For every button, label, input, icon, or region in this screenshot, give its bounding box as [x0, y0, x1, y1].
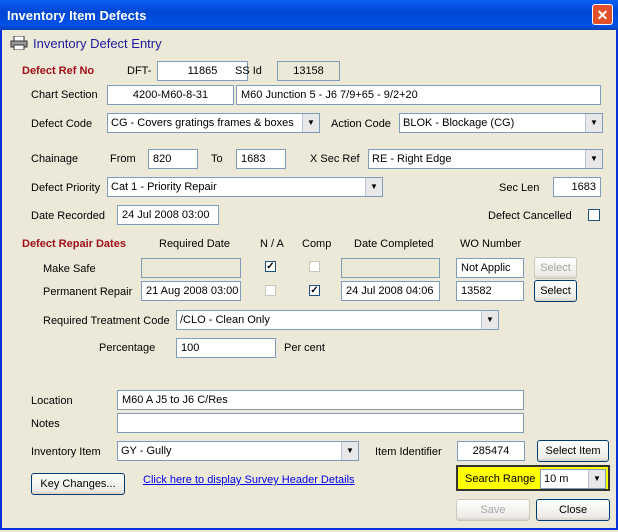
- date-recorded-label: Date Recorded: [31, 210, 105, 222]
- make-safe-completed-field: [341, 258, 440, 278]
- inventory-item-select[interactable]: GY - Gully ▼: [117, 441, 359, 461]
- search-range-panel: Search Range 10 m ▼: [456, 465, 610, 491]
- chart-section-code-field[interactable]: 4200-M60-8-31: [107, 85, 234, 105]
- chainage-from-label: From: [110, 153, 136, 165]
- window-title: Inventory Item Defects: [7, 8, 147, 23]
- repair-dates-heading: Defect Repair Dates: [22, 238, 126, 250]
- chart-section-desc-field[interactable]: M60 Junction 5 - J6 7/9+65 - 9/2+20: [236, 85, 601, 105]
- save-button[interactable]: Save: [456, 499, 530, 521]
- priority-value: Cat 1 - Priority Repair: [111, 181, 217, 193]
- treatment-value: /CLO - Clean Only: [180, 314, 270, 326]
- defect-ref-heading: Defect Ref No: [22, 65, 95, 77]
- chevron-down-icon[interactable]: ▼: [481, 311, 498, 329]
- permanent-comp-checkbox[interactable]: ✓: [309, 285, 320, 296]
- col-comp: Comp: [302, 238, 332, 250]
- title-bar: Inventory Item Defects ✕: [0, 0, 618, 30]
- chainage-to-field[interactable]: 1683: [236, 149, 286, 169]
- chevron-down-icon[interactable]: ▼: [585, 114, 602, 132]
- percentage-unit: Per cent: [284, 342, 325, 354]
- chevron-down-icon[interactable]: ▼: [588, 470, 605, 488]
- chevron-down-icon[interactable]: ▼: [585, 150, 602, 168]
- printer-icon[interactable]: [10, 36, 28, 50]
- close-button[interactable]: Close: [536, 499, 610, 521]
- notes-field[interactable]: [117, 413, 524, 433]
- survey-header-link[interactable]: Click here to display Survey Header Deta…: [143, 474, 355, 486]
- col-required-date: Required Date: [159, 238, 230, 250]
- permanent-completed-field[interactable]: 24 Jul 2008 04:06: [341, 281, 440, 301]
- permanent-wo-field[interactable]: 13582: [456, 281, 524, 301]
- make-safe-required-field: [141, 258, 241, 278]
- dft-label: DFT-: [127, 65, 152, 77]
- chainage-from-field[interactable]: 820: [148, 149, 198, 169]
- chart-section-label: Chart Section: [31, 89, 98, 101]
- sec-len-field[interactable]: 1683: [553, 177, 601, 197]
- defect-code-label: Defect Code: [31, 118, 93, 130]
- inventory-item-value: GY - Gully: [121, 445, 172, 457]
- xsec-value: RE - Right Edge: [372, 153, 452, 165]
- chevron-down-icon[interactable]: ▼: [365, 178, 382, 196]
- defect-cancelled-label: Defect Cancelled: [488, 210, 572, 222]
- permanent-select-button[interactable]: Select: [534, 280, 577, 302]
- inventory-defects-window: Inventory Item Defects ✕ Inventory Defec…: [0, 0, 618, 530]
- action-code-select[interactable]: BLOK - Blockage (CG) ▼: [399, 113, 603, 133]
- make-safe-label: Make Safe: [43, 263, 96, 275]
- search-range-value: 10 m: [544, 473, 569, 485]
- priority-label: Defect Priority: [31, 182, 101, 194]
- chevron-down-icon[interactable]: ▼: [302, 114, 319, 132]
- action-code-label: Action Code: [331, 118, 391, 130]
- permanent-required-field[interactable]: 21 Aug 2008 03:00: [141, 281, 241, 301]
- defect-code-value: CG - Covers gratings frames & boxes: [111, 117, 294, 129]
- chevron-down-icon[interactable]: ▼: [341, 442, 358, 460]
- location-label: Location: [31, 395, 73, 407]
- action-code-value: BLOK - Blockage (CG): [403, 117, 515, 129]
- search-range-label: Search Range: [465, 473, 536, 485]
- chainage-label: Chainage: [31, 153, 79, 165]
- location-field[interactable]: M60 A J5 to J6 C/Res: [117, 390, 524, 410]
- sec-len-label: Sec Len: [499, 182, 540, 194]
- ssid-label: SS Id: [235, 65, 262, 77]
- make-safe-select-button[interactable]: Select: [534, 257, 577, 279]
- search-range-select[interactable]: 10 m ▼: [540, 469, 606, 489]
- col-wo-number: WO Number: [460, 238, 522, 250]
- inventory-item-label: Inventory Item: [31, 446, 101, 458]
- make-safe-wo-field[interactable]: Not Applic: [456, 258, 524, 278]
- make-safe-comp-checkbox[interactable]: [309, 261, 320, 272]
- xsec-label: X Sec Ref: [310, 153, 360, 165]
- xsec-select[interactable]: RE - Right Edge ▼: [368, 149, 603, 169]
- permanent-na-checkbox[interactable]: [265, 285, 276, 296]
- ssid-field: 13158: [277, 61, 340, 81]
- treatment-label: Required Treatment Code: [43, 315, 170, 327]
- page-title: Inventory Defect Entry: [33, 36, 162, 51]
- treatment-select[interactable]: /CLO - Clean Only ▼: [176, 310, 499, 330]
- priority-select[interactable]: Cat 1 - Priority Repair ▼: [107, 177, 383, 197]
- permanent-repair-label: Permanent Repair: [43, 286, 133, 298]
- col-date-completed: Date Completed: [354, 238, 434, 250]
- window-close-button[interactable]: ✕: [592, 4, 613, 25]
- percentage-label: Percentage: [99, 342, 156, 354]
- chainage-to-label: To: [211, 153, 223, 165]
- notes-label: Notes: [31, 418, 60, 430]
- col-na: N / A: [260, 238, 284, 250]
- key-changes-button[interactable]: Key Changes...: [31, 473, 125, 495]
- select-item-button[interactable]: Select Item: [537, 440, 609, 462]
- percentage-field[interactable]: 100: [176, 338, 276, 358]
- item-identifier-label: Item Identifier: [375, 446, 442, 458]
- date-recorded-field[interactable]: 24 Jul 2008 03:00: [117, 205, 219, 225]
- defect-cancelled-checkbox[interactable]: [588, 209, 600, 221]
- item-identifier-field[interactable]: 285474: [457, 441, 525, 461]
- defect-code-select[interactable]: CG - Covers gratings frames & boxes ▼: [107, 113, 320, 133]
- make-safe-na-checkbox[interactable]: ✓: [265, 261, 276, 272]
